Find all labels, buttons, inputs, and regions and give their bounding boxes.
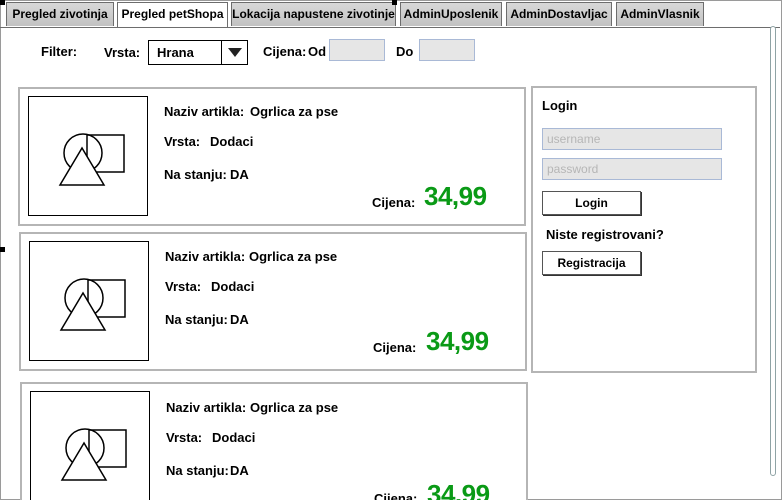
vertical-scrollbar[interactable] bbox=[768, 26, 778, 496]
type-select[interactable]: Hrana bbox=[148, 40, 248, 65]
price-from-input[interactable] bbox=[329, 39, 385, 61]
tab-label: Pregled petShopa bbox=[121, 7, 224, 21]
product-stock: DA bbox=[230, 312, 249, 327]
scrollbar-thumb[interactable] bbox=[770, 26, 776, 476]
price-to-input[interactable] bbox=[419, 39, 475, 61]
image-placeholder-icon bbox=[28, 96, 148, 216]
product-stock: DA bbox=[230, 463, 249, 478]
product-price: 34,99 bbox=[427, 479, 490, 500]
price-filter-label: Cijena: bbox=[263, 44, 307, 59]
resize-handle[interactable] bbox=[0, 0, 5, 5]
tab-label: AdminDostavljac bbox=[510, 7, 608, 21]
product-card[interactable]: Naziv artikla: Ogrlica za pse Vrsta: Dod… bbox=[19, 232, 527, 371]
tab-admin-dostavljac[interactable]: AdminDostavljac bbox=[506, 2, 612, 26]
tab-label: AdminVlasnik bbox=[620, 7, 700, 21]
resize-handle[interactable] bbox=[0, 247, 5, 252]
login-title: Login bbox=[542, 98, 578, 113]
product-card[interactable]: Naziv artikla: Ogrlica za pse Vrsta: Dod… bbox=[20, 382, 528, 500]
price-to-label: Do bbox=[396, 44, 414, 59]
username-input[interactable]: username bbox=[542, 128, 722, 150]
password-input[interactable]: password bbox=[542, 158, 722, 180]
product-card[interactable]: Naziv artikla: Ogrlica za pse Vrsta: Dod… bbox=[18, 87, 526, 226]
product-name: Ogrlica za pse bbox=[250, 104, 339, 119]
tab-admin-uposlenik[interactable]: AdminUposlenik bbox=[400, 2, 502, 26]
login-panel: Login username password Login Niste regi… bbox=[531, 86, 757, 373]
tab-label: AdminUposlenik bbox=[403, 7, 499, 21]
product-price-label: Cijena: bbox=[372, 195, 416, 210]
resize-handle[interactable] bbox=[392, 0, 397, 5]
product-price-label: Cijena: bbox=[374, 491, 418, 500]
triangle-down-icon[interactable] bbox=[221, 41, 247, 64]
product-stock-label: Na stanju: bbox=[164, 167, 227, 182]
tab-underline bbox=[0, 27, 780, 28]
product-type: Dodaci bbox=[211, 279, 255, 294]
type-filter-label: Vrsta: bbox=[104, 45, 141, 60]
product-price: 34,99 bbox=[424, 181, 487, 211]
product-stock-label: Na stanju: bbox=[166, 463, 229, 478]
not-registered-text: Niste registrovani? bbox=[546, 227, 664, 242]
tab-bar: Pregled zivotinja Pregled petShopa Lokac… bbox=[0, 2, 780, 28]
tab-lokacija-napustene-zivotinje[interactable]: Lokacija napustene zivotinje bbox=[231, 2, 396, 26]
image-placeholder-icon bbox=[30, 391, 150, 500]
product-name: Ogrlica za pse bbox=[249, 249, 338, 264]
product-type-label: Vrsta: bbox=[164, 134, 201, 149]
register-button[interactable]: Registracija bbox=[542, 251, 641, 275]
product-price-label: Cijena: bbox=[373, 340, 417, 355]
product-type-label: Vrsta: bbox=[165, 279, 202, 294]
login-button[interactable]: Login bbox=[542, 191, 641, 215]
product-type: Dodaci bbox=[210, 134, 254, 149]
product-type-label: Vrsta: bbox=[166, 430, 203, 445]
tab-label: Pregled zivotinja bbox=[12, 7, 108, 21]
product-stock-label: Na stanju: bbox=[165, 312, 228, 327]
filter-label: Filter: bbox=[41, 44, 78, 59]
type-select-value: Hrana bbox=[157, 45, 194, 60]
product-name-label: Naziv artikla: bbox=[165, 249, 246, 264]
tab-pregled-zivotinja[interactable]: Pregled zivotinja bbox=[6, 2, 114, 26]
product-type: Dodaci bbox=[212, 430, 256, 445]
product-price: 34,99 bbox=[426, 326, 489, 356]
product-name-label: Naziv artikla: bbox=[166, 400, 247, 415]
product-name: Ogrlica za pse bbox=[250, 400, 339, 415]
image-placeholder-icon bbox=[29, 241, 149, 361]
tab-pregled-petshopa[interactable]: Pregled petShopa bbox=[117, 2, 228, 28]
tab-label: Lokacija napustene zivotinje bbox=[232, 7, 395, 21]
product-name-label: Naziv artikla: bbox=[164, 104, 245, 119]
price-from-label: Od bbox=[308, 44, 327, 59]
product-stock: DA bbox=[230, 167, 249, 182]
tab-admin-vlasnik[interactable]: AdminVlasnik bbox=[616, 2, 704, 26]
